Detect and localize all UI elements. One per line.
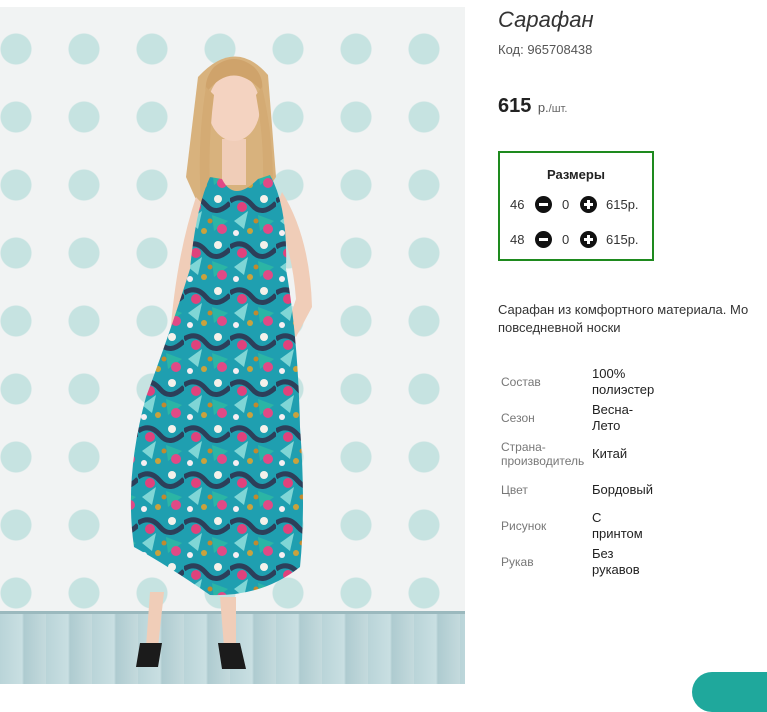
size-price: 615р. <box>606 232 639 247</box>
attribute-value-text: Бордовый <box>592 482 654 497</box>
increase-quantity-button[interactable] <box>580 196 597 213</box>
attribute-value: Весна- Лето <box>592 400 672 436</box>
attribute-name-text: Страна- <box>501 440 546 454</box>
attribute-row: Рисунок Спринтом <box>498 508 672 544</box>
description-line: повседневной носки <box>498 320 621 335</box>
model-figure <box>130 56 312 669</box>
attribute-name: Состав <box>498 364 592 400</box>
attribute-value-text: С <box>592 510 602 525</box>
attribute-name-text: Состав <box>501 375 541 389</box>
attribute-value-text: Китай <box>592 446 628 461</box>
size-label: 48 <box>510 232 525 247</box>
attribute-name: Страна-производитель <box>498 436 592 472</box>
attribute-value-text: Лето <box>592 418 621 433</box>
attribute-value-text: 100% <box>592 366 626 381</box>
size-label: 46 <box>510 197 525 212</box>
decrease-quantity-button[interactable] <box>535 196 552 213</box>
attribute-name-text: Рисунок <box>501 519 547 533</box>
attribute-value-text: рукавов <box>592 562 640 577</box>
product-photo[interactable] <box>0 7 465 684</box>
size-price: 615р. <box>606 197 639 212</box>
attribute-name-text: Сезон <box>501 411 535 425</box>
attribute-value-text: принтом <box>592 526 643 541</box>
product-attributes-table: Состав 100% полиэстер Сезон Весна- Лето Ст… <box>498 364 672 580</box>
attribute-row: Страна-производитель Китай <box>498 436 672 472</box>
product-title: Сарафан <box>498 7 594 32</box>
description-line: Сарафан из комфортного материала. Мо <box>498 302 749 317</box>
attribute-row: Рукав Без рукавов <box>498 544 672 580</box>
increase-quantity-button[interactable] <box>580 231 597 248</box>
attribute-value-text: полиэстер <box>592 382 655 397</box>
attribute-value: 100% полиэстер <box>592 364 672 400</box>
product-price: 615 р./шт. <box>498 95 567 118</box>
product-code: Код: 965708438 <box>498 42 593 57</box>
attribute-name: Цвет <box>498 472 592 508</box>
sizes-header: Размеры <box>547 167 605 182</box>
quantity-value: 0 <box>562 197 570 212</box>
attribute-value-text: Весна- <box>592 402 634 417</box>
price-per-unit: /шт. <box>548 103 568 115</box>
minus-circle-icon <box>539 238 548 241</box>
product-description: Сарафан из комфортного материала. Мо пов… <box>498 301 767 337</box>
sizes-box: Размеры 46 0 615р. 48 0 615р. <box>498 151 654 261</box>
attribute-name-text: Рукав <box>501 555 534 569</box>
attribute-value: Китай <box>592 436 672 472</box>
attribute-name: Сезон <box>498 400 592 436</box>
attribute-row: Цвет Бордовый <box>498 472 672 508</box>
quantity-value: 0 <box>562 232 570 247</box>
attribute-value: Спринтом <box>592 508 672 544</box>
decrease-quantity-button[interactable] <box>535 231 552 248</box>
attribute-value: Без рукавов <box>592 544 672 580</box>
floating-action-button[interactable] <box>692 672 767 712</box>
attribute-name-text: производитель <box>501 454 585 468</box>
attribute-value: Бордовый <box>592 472 672 508</box>
attribute-name-text: Цвет <box>501 483 528 497</box>
attribute-row: Сезон Весна- Лето <box>498 400 672 436</box>
minus-circle-icon <box>539 203 548 206</box>
price-currency: р. <box>537 100 549 115</box>
attribute-row: Состав 100% полиэстер <box>498 364 672 400</box>
attribute-name: Рисунок <box>498 508 592 544</box>
attribute-value-text: Без <box>592 546 614 561</box>
price-value: 615 <box>498 95 532 117</box>
attribute-name: Рукав <box>498 544 592 580</box>
